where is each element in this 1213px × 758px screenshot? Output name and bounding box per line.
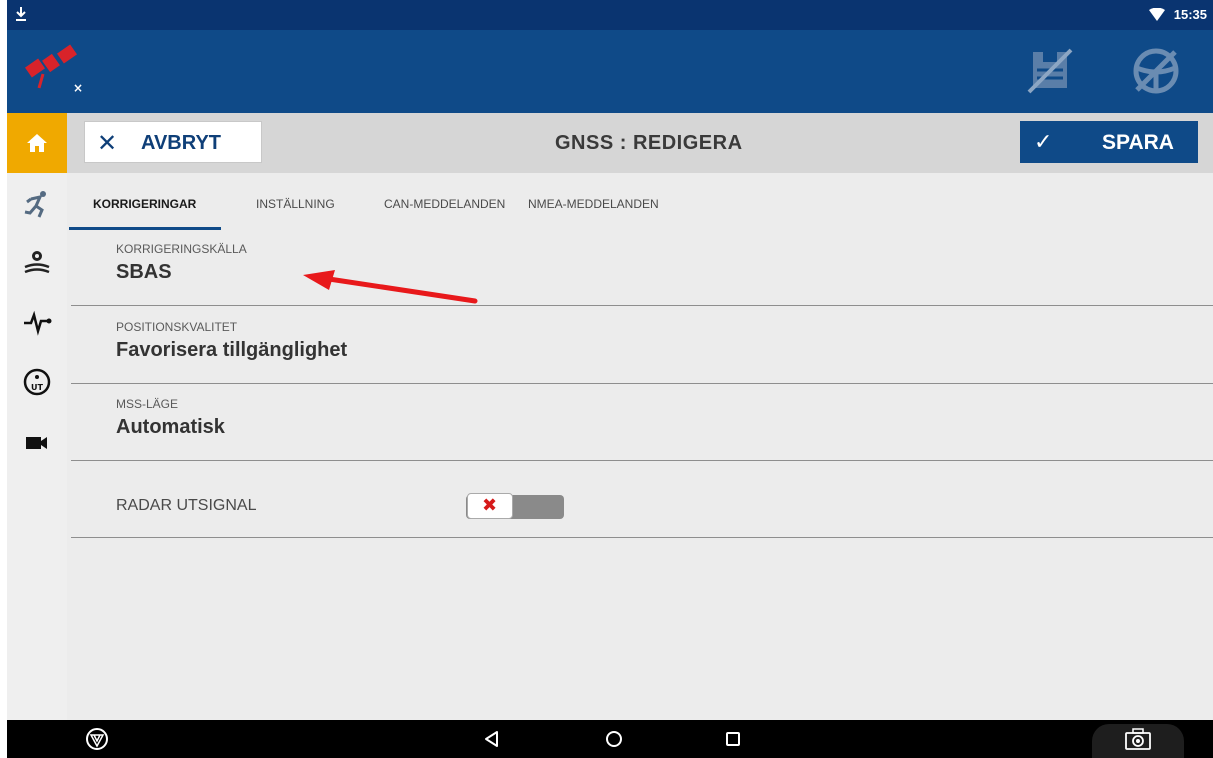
back-icon[interactable]	[483, 730, 501, 748]
wifi-icon	[1149, 8, 1165, 21]
field-settings-icon	[24, 251, 50, 274]
screenshot-camera-icon	[1125, 728, 1151, 750]
setting-value: Automatisk	[116, 416, 225, 438]
setting-caption: MSS-LÄGE	[116, 397, 179, 411]
check-icon: ✓	[1034, 129, 1053, 154]
title-row: ✕ AVBRYT GNSS : REDIGERA ✓ SPARA	[67, 113, 1213, 173]
brand-logo-icon[interactable]	[85, 727, 109, 751]
satellite-disconnected-icon[interactable]: ×	[23, 44, 83, 94]
clock: 15:35	[1173, 7, 1207, 22]
save-button-label: SPARA	[1102, 131, 1174, 154]
status-bar: 15:35	[7, 0, 1213, 30]
setting-correction-source[interactable]: KORRIGERINGSKÄLLA SBAS	[71, 228, 1213, 306]
sidebar-item-field[interactable]	[7, 233, 67, 291]
setting-radar-output: RADAR UTSIGNAL ✖	[71, 460, 1213, 538]
radar-output-toggle[interactable]: ✖	[466, 493, 564, 519]
close-icon: ✕	[97, 130, 118, 157]
setting-caption: POSITIONSKVALITET	[116, 320, 238, 334]
page-title: GNSS : REDIGERA	[555, 132, 743, 154]
sidebar-item-diagnostics[interactable]	[7, 293, 67, 351]
setting-mss-mode[interactable]: MSS-LÄGE Automatisk	[71, 383, 1213, 461]
content-panel: KORRIGERINGAR INSTÄLLNING CAN-MEDDELANDE…	[67, 173, 1213, 720]
tab-bar: KORRIGERINGAR INSTÄLLNING CAN-MEDDELANDE…	[67, 173, 1213, 231]
app-header: ×	[7, 30, 1213, 113]
radar-output-label: RADAR UTSIGNAL	[116, 497, 257, 514]
cancel-button[interactable]: ✕ AVBRYT	[84, 121, 262, 163]
sidebar-item-home[interactable]	[7, 113, 67, 173]
sidebar-item-output[interactable]: UT	[7, 353, 67, 411]
recents-icon[interactable]	[725, 731, 741, 747]
annotation-arrow	[303, 270, 478, 304]
runner-icon	[24, 191, 46, 218]
toggle-knob: ✖	[467, 493, 513, 519]
camera-icon	[26, 437, 47, 449]
steering-disabled-icon[interactable]	[1129, 44, 1183, 98]
setting-value: Favorisera tillgänglighet	[116, 339, 348, 361]
implement-disabled-icon[interactable]	[1023, 44, 1077, 98]
setting-value: SBAS	[116, 261, 172, 283]
tab-korrigeringar[interactable]: KORRIGERINGAR	[93, 197, 196, 211]
tab-can-meddelanden[interactable]: CAN-MEDDELANDEN	[384, 197, 505, 211]
cancel-button-label: AVBRYT	[141, 132, 221, 154]
home-circle-icon[interactable]	[605, 730, 623, 748]
svg-text:UT: UT	[31, 383, 43, 392]
sidebar-item-camera[interactable]	[7, 413, 67, 471]
download-icon	[16, 7, 26, 21]
screenshot-button[interactable]	[1092, 724, 1184, 758]
setting-position-quality[interactable]: POSITIONSKVALITET Favorisera tillgänglig…	[71, 306, 1213, 384]
setting-caption: KORRIGERINGSKÄLLA	[116, 242, 247, 256]
sidebar: UT	[7, 113, 67, 720]
pulse-icon	[24, 310, 52, 336]
disabled-x-icon: ✖	[482, 495, 498, 515]
home-icon	[27, 134, 47, 152]
app-frame: 15:35 × UT ✕ AVBRYT GNSS: REDIGERA ✓ SP…	[7, 0, 1213, 758]
tab-installning[interactable]: INSTÄLLNING	[256, 197, 335, 211]
tab-nmea-meddelanden[interactable]: NMEA-MEDDELANDEN	[528, 197, 659, 211]
navigation-bar	[7, 720, 1213, 758]
save-button[interactable]: ✓ SPARA	[1020, 121, 1198, 163]
sidebar-item-activity[interactable]	[7, 175, 67, 233]
output-icon: UT	[23, 368, 51, 396]
svg-text:×: ×	[73, 81, 83, 94]
